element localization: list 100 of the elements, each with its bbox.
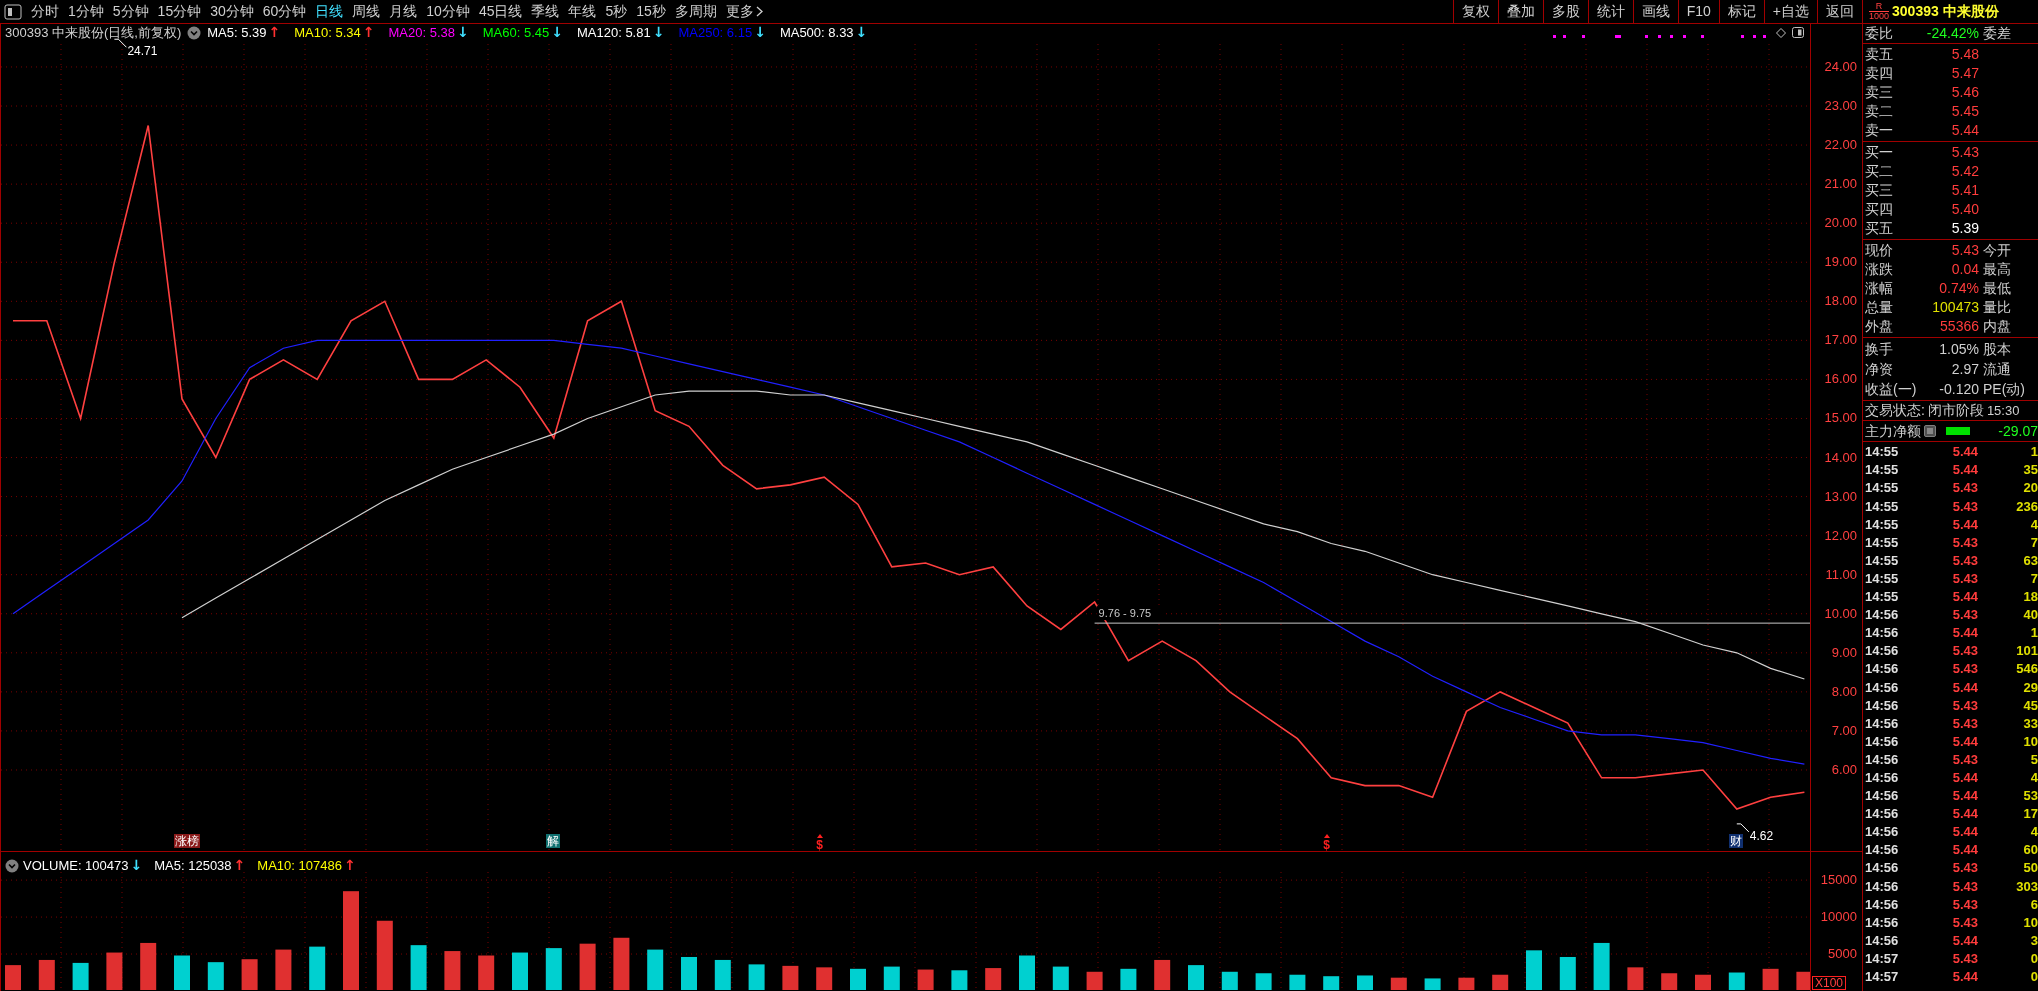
period-tab[interactable]: 5分钟	[112, 1, 149, 22]
indicator-value: MA120: 5.81	[576, 25, 651, 40]
indicator-value: MA5: 125038	[154, 856, 232, 875]
row-value: 5.41	[1950, 181, 1979, 200]
diamond-icon[interactable]	[1776, 27, 1786, 38]
panel-toggle-icon[interactable]	[1792, 27, 1804, 38]
trade-time: 14:56	[1865, 877, 1900, 896]
row-label: PE(动)	[1983, 379, 2025, 399]
period-tab[interactable]: 15分钟	[157, 1, 202, 22]
trade-volume: 303	[2016, 877, 2038, 896]
event-marker[interactable]: 解	[545, 834, 560, 848]
trade-time: 14:56	[1865, 696, 1900, 715]
row-label: 卖二	[1865, 102, 1894, 121]
trend-arrow: ↓	[855, 25, 868, 40]
toolbar-button[interactable]: 叠加	[1497, 0, 1543, 23]
trade-price: 5.44	[1951, 515, 1978, 534]
row-value: 55366	[1939, 317, 1979, 336]
row-value: 5.43	[1950, 241, 1979, 260]
caret-up-icon	[816, 834, 823, 838]
row-label: 卖三	[1865, 83, 1894, 102]
row-label: 买二	[1865, 162, 1894, 181]
toolbar-button[interactable]: 返回	[1817, 0, 1862, 23]
event-marker[interactable]: $	[816, 838, 823, 852]
low-price-label: 24.71	[113, 38, 158, 59]
period-tab[interactable]: 60分钟	[262, 1, 307, 22]
trade-price: 5.44	[1951, 678, 1978, 697]
trade-time: 14:56	[1865, 732, 1900, 751]
trade-time: 14:56	[1865, 787, 1900, 806]
trade-price: 5.43	[1951, 895, 1978, 914]
trade-volume: 7	[2030, 533, 2038, 552]
trade-time: 14:55	[1865, 515, 1900, 534]
trade-price: 5.44	[1951, 624, 1978, 643]
period-tab[interactable]: 15秒	[636, 1, 666, 22]
event-marker[interactable]: 涨榜	[174, 834, 200, 848]
dropdown-icon[interactable]	[187, 25, 202, 40]
period-tab[interactable]: 1分钟	[68, 1, 104, 22]
row-label: 今开	[1983, 241, 2011, 260]
trade-volume: 236	[2016, 497, 2038, 516]
level-badge: R 1000	[1869, 2, 1890, 21]
axis-label: 20.00	[1824, 216, 1857, 231]
trade-price: 5.44	[1951, 823, 1978, 842]
trade-volume: 33	[2023, 714, 2038, 733]
period-tab[interactable]: 45日线	[478, 1, 523, 22]
trend-arrow: ↓	[652, 25, 665, 40]
indicator-value: MA5: 5.39	[207, 25, 267, 40]
period-tab[interactable]: 分时	[31, 1, 59, 22]
period-tab[interactable]: 日线	[315, 1, 344, 22]
trend-arrow: ↑	[362, 25, 375, 40]
trade-volume: 35	[2023, 461, 2038, 480]
trend-arrow: ↓	[130, 856, 143, 875]
trade-price: 5.43	[1951, 913, 1978, 932]
trade-volume: 53	[2023, 787, 2038, 806]
price-level-label: 9.76 - 9.75	[1098, 607, 1152, 620]
toolbar-button[interactable]: 统计	[1587, 0, 1633, 23]
axis-label: 12.00	[1824, 528, 1857, 543]
toolbar-button[interactable]: F10	[1677, 0, 1719, 23]
trade-time: 14:55	[1865, 551, 1900, 570]
trade-price: 5.43	[1951, 551, 1978, 570]
trade-time: 14:56	[1865, 642, 1900, 661]
row-label: 内盘	[1983, 317, 2011, 336]
row-value: -0.120	[1938, 379, 1979, 399]
period-tab[interactable]: 多周期	[674, 1, 717, 22]
period-tab[interactable]: 10分钟	[426, 1, 470, 22]
toolbar-button[interactable]: 复权	[1452, 0, 1498, 23]
trade-time: 14:55	[1865, 497, 1900, 516]
row-value: 5.48	[1950, 45, 1979, 64]
period-tab[interactable]: 5秒	[605, 1, 628, 22]
period-tab[interactable]: 年线	[568, 1, 597, 22]
trade-volume: 40	[2023, 606, 2038, 625]
row-label: 最低	[1983, 279, 2011, 298]
trade-time: 14:55	[1865, 533, 1900, 552]
toolbar-button[interactable]: 标记	[1718, 0, 1764, 23]
period-tab[interactable]: 周线	[352, 1, 381, 22]
caret-up-icon	[1323, 834, 1330, 838]
trade-volume: 101	[2016, 642, 2038, 661]
row-label: 外盘	[1865, 317, 1894, 336]
period-tab[interactable]: 月线	[389, 1, 418, 22]
panel-toggle-icon[interactable]	[4, 3, 22, 20]
dropdown-icon[interactable]	[5, 858, 19, 873]
status-value: 闭市阶段	[1927, 401, 1984, 420]
toolbar-button[interactable]: 画线	[1632, 0, 1678, 23]
period-tab[interactable]: 30分钟	[210, 1, 254, 22]
list-icon[interactable]	[1924, 425, 1936, 437]
trade-volume: 60	[2023, 841, 2038, 860]
trade-price: 5.44	[1951, 732, 1978, 751]
trade-volume: 17	[2023, 805, 2038, 824]
trade-price: 5.43	[1951, 479, 1978, 498]
toolbar-button[interactable]: +自选	[1763, 0, 1817, 23]
trade-time: 14:55	[1865, 461, 1900, 480]
trade-price: 5.43	[1951, 569, 1978, 588]
event-marker[interactable]: $	[1323, 838, 1330, 852]
trade-price: 5.43	[1951, 877, 1978, 896]
axis-label: 15000	[1820, 873, 1857, 888]
more-link[interactable]: 更多	[725, 1, 754, 22]
axis-label: 15.00	[1824, 411, 1857, 426]
row-label: 股本	[1983, 339, 2011, 359]
trade-volume: 4	[2030, 769, 2038, 787]
period-tab[interactable]: 季线	[531, 1, 560, 22]
toolbar-button[interactable]: 多股	[1542, 0, 1588, 23]
trade-price: 5.43	[1951, 949, 1978, 968]
